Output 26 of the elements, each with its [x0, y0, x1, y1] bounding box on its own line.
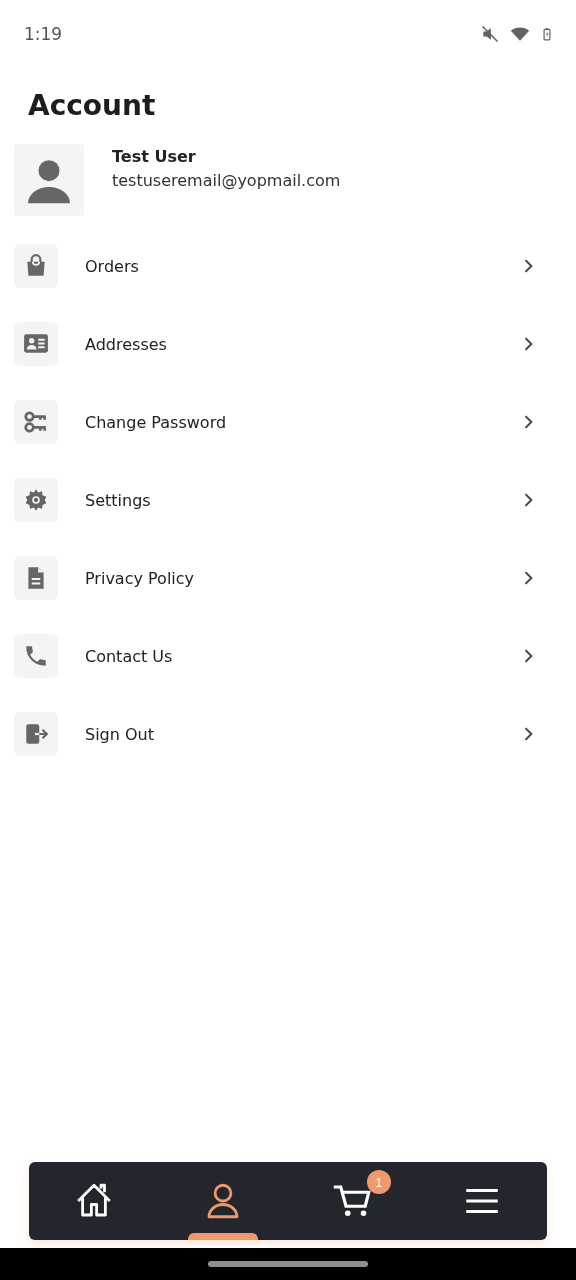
- phone-icon: [23, 643, 49, 669]
- user-email: testuseremail@yopmail.com: [112, 170, 341, 192]
- user-name: Test User: [112, 146, 197, 168]
- cart-count-badge: 1: [366, 1170, 391, 1194]
- settings-icon: [23, 487, 49, 513]
- menu-item[interactable]: Settings: [0, 478, 576, 522]
- menu-item[interactable]: Change Password: [0, 400, 576, 444]
- active-indicator: [188, 1233, 259, 1240]
- menu-item[interactable]: Contact Us: [0, 634, 576, 678]
- menu-item[interactable]: Privacy Policy: [0, 556, 576, 600]
- clock-time: 1:19: [24, 24, 63, 44]
- menu-item[interactable]: Addresses: [0, 322, 576, 366]
- menu-label: Settings: [85, 490, 152, 510]
- gesture-handle[interactable]: [208, 1261, 368, 1267]
- menu-label: Change Password: [85, 412, 228, 432]
- menu-label: Addresses: [85, 334, 168, 354]
- keys-icon: [23, 409, 49, 435]
- page-title: Account: [28, 88, 156, 124]
- menu-label: Privacy Policy: [85, 568, 196, 588]
- menu-label: Contact Us: [85, 646, 174, 666]
- menu-label: Sign Out: [85, 724, 155, 744]
- menu-label: Orders: [85, 256, 140, 276]
- menu-item[interactable]: Orders: [0, 244, 576, 288]
- exit-icon: [23, 721, 49, 747]
- menu-item[interactable]: Sign Out: [0, 712, 576, 756]
- mute-icon: [480, 24, 500, 44]
